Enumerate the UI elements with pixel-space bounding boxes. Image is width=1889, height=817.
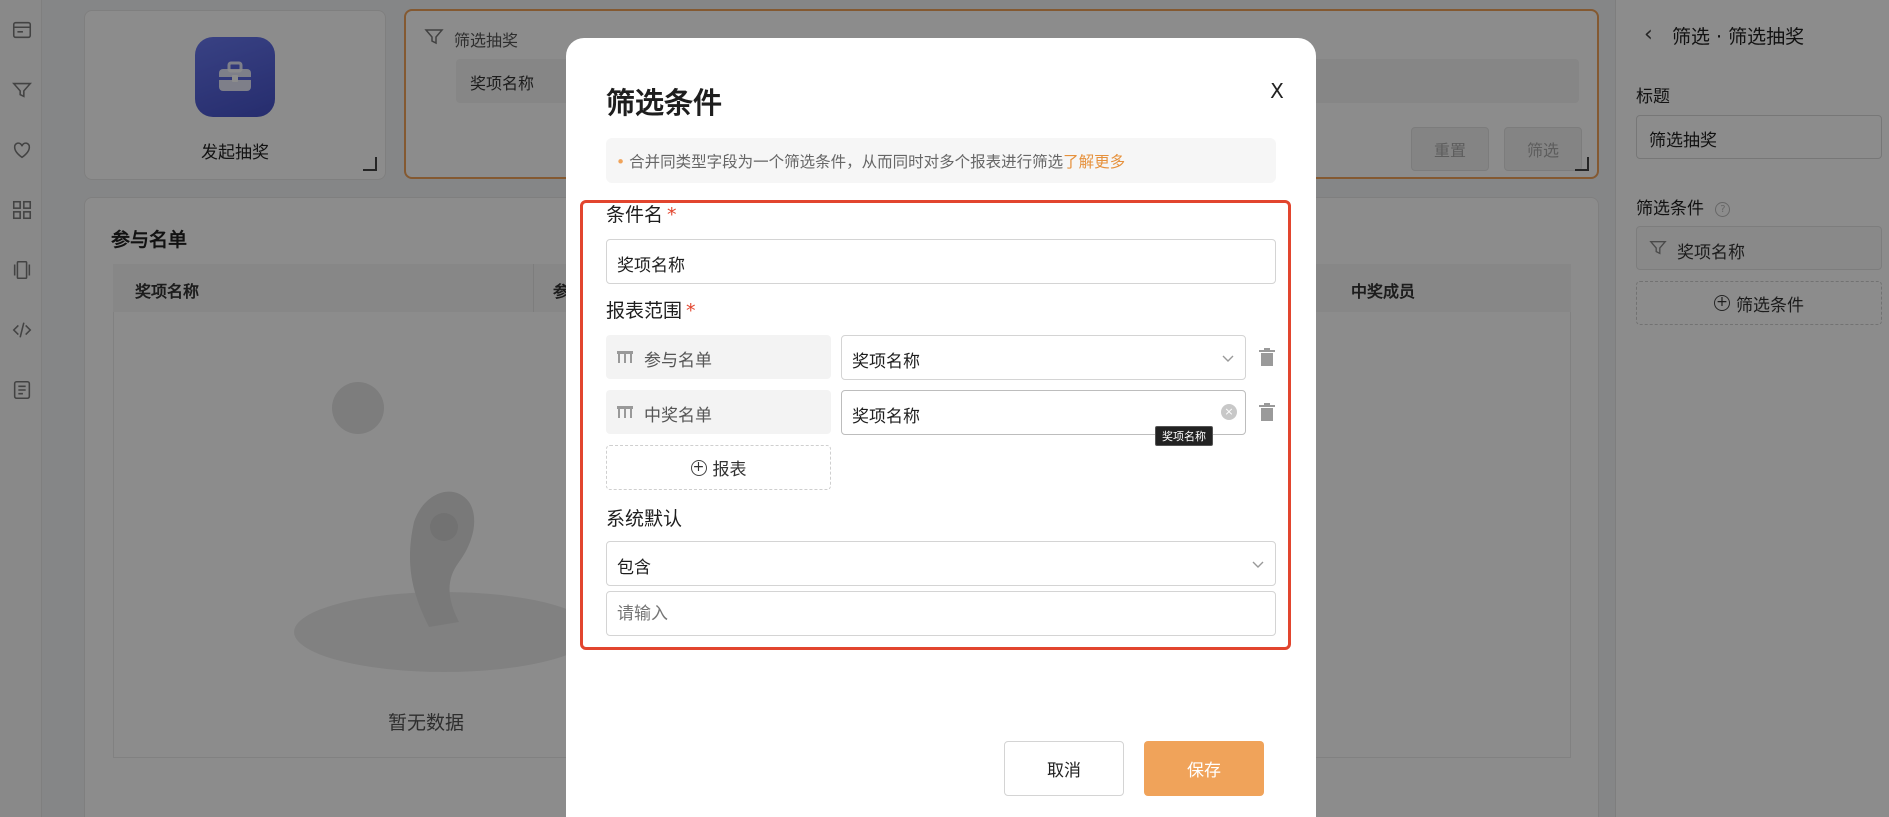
chevron-down-icon	[1222, 355, 1234, 362]
report-scope-label: 报表范围 *	[606, 296, 696, 323]
learn-more-link[interactable]: 了解更多	[1063, 153, 1125, 171]
report-scope-label-text: 报表范围	[606, 300, 683, 322]
select-value: 奖项名称	[852, 407, 920, 427]
filter-condition-dialog: 筛选条件 X • 合并同类型字段为一个筛选条件，从而同时对多个报表进行筛选了解更多…	[566, 38, 1316, 817]
required-mark: *	[686, 300, 696, 322]
report-chip-participants: 参与名单	[606, 335, 831, 379]
select-value: 包含	[617, 558, 651, 578]
report-chip-winners: 中奖名单	[606, 390, 831, 434]
cancel-button[interactable]: 取消	[1004, 741, 1124, 796]
operator-select[interactable]: 包含	[606, 541, 1276, 586]
add-report-button[interactable]: + 报表	[606, 445, 831, 490]
save-button[interactable]: 保存	[1144, 741, 1264, 796]
trash-icon[interactable]	[1256, 401, 1278, 423]
field-tooltip: 奖项名称	[1155, 426, 1213, 446]
tip-banner: • 合并同类型字段为一个筛选条件，从而同时对多个报表进行筛选了解更多	[606, 138, 1276, 183]
condition-name-label-text: 条件名	[606, 204, 664, 226]
system-default-label: 系统默认	[606, 508, 683, 530]
chevron-down-icon	[1252, 561, 1264, 568]
add-report-label: 报表	[712, 460, 747, 480]
table-icon	[617, 351, 633, 363]
clear-icon[interactable]: ×	[1221, 404, 1237, 420]
report-name: 参与名单	[644, 351, 712, 371]
report-field-select[interactable]: 奖项名称	[841, 335, 1246, 380]
required-mark: *	[667, 204, 677, 226]
default-value-input[interactable]	[606, 591, 1276, 636]
table-icon	[617, 406, 633, 418]
trash-icon[interactable]	[1256, 346, 1278, 368]
bullet-dot: •	[616, 153, 626, 171]
condition-name-input[interactable]: 奖项名称	[606, 239, 1276, 284]
report-name: 中奖名单	[644, 406, 712, 426]
close-icon[interactable]: X	[1262, 76, 1292, 106]
plus-circle-icon: +	[690, 459, 707, 476]
dialog-title: 筛选条件	[606, 86, 723, 120]
tip-text: 合并同类型字段为一个筛选条件，从而同时对多个报表进行筛选	[629, 153, 1064, 171]
condition-name-label: 条件名 *	[606, 200, 677, 227]
select-value: 奖项名称	[852, 352, 920, 372]
